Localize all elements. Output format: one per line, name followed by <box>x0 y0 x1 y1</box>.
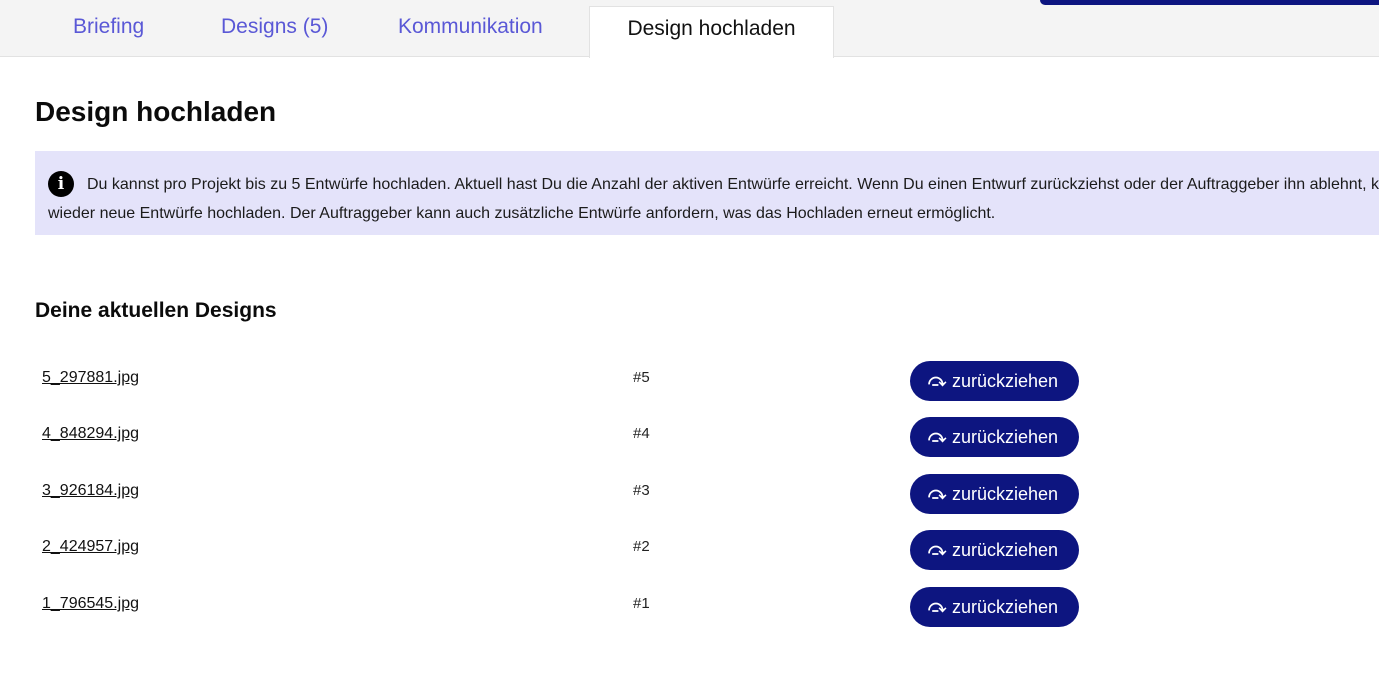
withdraw-button[interactable]: ⤼ zurückziehen <box>910 530 1079 570</box>
tab-briefing[interactable]: Briefing <box>73 0 144 57</box>
redo-arrow-icon: ⤼ <box>928 484 947 503</box>
design-file-link[interactable]: 2_424957.jpg <box>42 538 139 556</box>
design-file-link[interactable]: 3_926184.jpg <box>42 482 139 500</box>
redo-arrow-icon: ⤼ <box>928 597 947 616</box>
withdraw-button-label: zurückziehen <box>952 371 1059 391</box>
design-number: #3 <box>633 482 650 499</box>
withdraw-button[interactable]: ⤼ zurückziehen <box>910 417 1079 457</box>
design-row: 5_297881.jpg #5 ⤼ zurückziehen <box>0 361 1379 401</box>
withdraw-button[interactable]: ⤼ zurückziehen <box>910 474 1079 514</box>
info-text: Du kannst pro Projekt bis zu 5 Entwürfe … <box>48 176 1379 222</box>
tab-designs[interactable]: Designs (5) <box>221 0 328 57</box>
design-number: #5 <box>633 369 650 386</box>
info-icon: i <box>48 171 74 197</box>
withdraw-button-label: zurückziehen <box>952 427 1059 447</box>
page: Briefing Designs (5) Kommunikation Desig… <box>0 0 1379 683</box>
page-title: Design hochladen <box>35 96 277 127</box>
design-row: 3_926184.jpg #3 ⤼ zurückziehen <box>0 474 1379 514</box>
tab-design-hochladen[interactable]: Design hochladen <box>589 6 834 58</box>
redo-arrow-icon: ⤼ <box>928 371 947 390</box>
tab-kommunikation[interactable]: Kommunikation <box>398 0 543 57</box>
withdraw-button-label: zurückziehen <box>952 597 1059 617</box>
withdraw-button-label: zurückziehen <box>952 540 1059 560</box>
top-accent-bar <box>1040 0 1379 5</box>
design-row: 2_424957.jpg #2 ⤼ zurückziehen <box>0 530 1379 570</box>
design-file-link[interactable]: 5_297881.jpg <box>42 369 139 387</box>
withdraw-button[interactable]: ⤼ zurückziehen <box>910 587 1079 627</box>
section-title: Deine aktuellen Designs <box>35 299 277 322</box>
design-number: #4 <box>633 425 650 442</box>
redo-arrow-icon: ⤼ <box>928 427 947 446</box>
design-row: 1_796545.jpg #1 ⤼ zurückziehen <box>0 587 1379 627</box>
tab-bar: Briefing Designs (5) Kommunikation Desig… <box>0 0 1379 58</box>
design-number: #2 <box>633 538 650 555</box>
design-row: 4_848294.jpg #4 ⤼ zurückziehen <box>0 417 1379 457</box>
design-file-link[interactable]: 4_848294.jpg <box>42 425 139 443</box>
redo-arrow-icon: ⤼ <box>928 540 947 559</box>
design-file-link[interactable]: 1_796545.jpg <box>42 595 139 613</box>
design-number: #1 <box>633 595 650 612</box>
withdraw-button[interactable]: ⤼ zurückziehen <box>910 361 1079 401</box>
info-box: Du kannst pro Projekt bis zu 5 Entwürfe … <box>35 151 1379 235</box>
withdraw-button-label: zurückziehen <box>952 484 1059 504</box>
